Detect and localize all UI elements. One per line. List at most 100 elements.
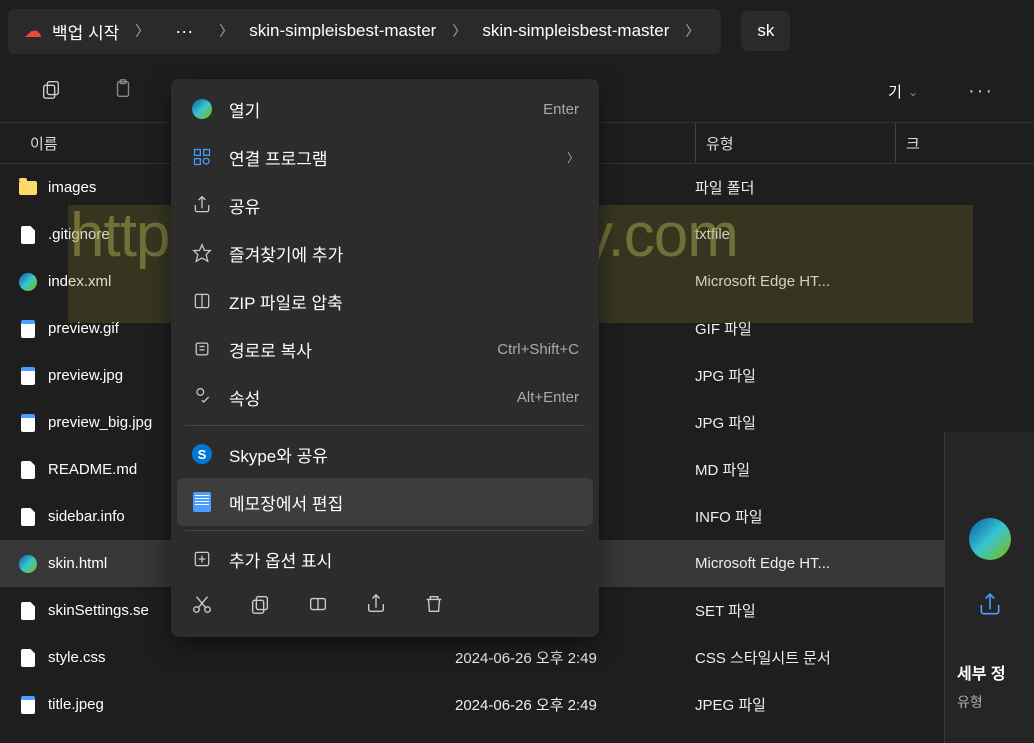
file-type: JPG 파일 — [695, 365, 895, 386]
breadcrumb-overflow-label: sk — [757, 21, 774, 41]
file-name: preview.jpg — [48, 367, 123, 384]
file-type: Microsoft Edge HT... — [695, 273, 895, 290]
menu-item-edge[interactable]: 열기 Enter — [177, 85, 593, 133]
file-name: images — [48, 179, 96, 196]
breadcrumb-overflow[interactable]: sk — [741, 11, 790, 51]
sort-label: 기 — [888, 81, 902, 102]
chevron-right-icon: 〉 — [213, 21, 239, 41]
file-blue-icon — [18, 695, 38, 715]
file-name: index.xml — [48, 273, 111, 290]
details-type: 유형 — [957, 692, 1022, 712]
file-type: MD 파일 — [695, 459, 895, 480]
share-icon[interactable] — [975, 590, 1005, 620]
props-icon — [191, 386, 213, 408]
context-menu: 열기 Enter 연결 프로그램 〉 공유 즐겨찾기에 추가 ZIP 파일로 압… — [171, 79, 599, 637]
share-icon — [191, 194, 213, 216]
file-icon — [18, 507, 38, 527]
menu-label: 공유 — [229, 193, 579, 218]
file-name-cell: title.jpeg — [0, 695, 455, 715]
file-name: README.md — [48, 461, 137, 478]
menu-shortcut: Alt+Enter — [517, 389, 579, 406]
zip-icon — [191, 290, 213, 312]
chevron-right-icon: 〉 — [679, 21, 705, 41]
file-name: skinSettings.se — [48, 602, 149, 619]
chevron-right-icon: 〉 — [129, 21, 155, 41]
file-name: sidebar.info — [48, 508, 125, 525]
menu-item-notepad[interactable]: 메모장에서 편집 — [177, 478, 593, 526]
paste-icon[interactable] — [112, 78, 134, 106]
menu-item-share[interactable]: 공유 — [177, 181, 593, 229]
menu-item-zip[interactable]: ZIP 파일로 압축 — [177, 277, 593, 325]
file-type: JPG 파일 — [695, 412, 895, 433]
apps-icon — [191, 146, 213, 168]
breadcrumb-ellipsis[interactable]: ··· — [165, 21, 203, 42]
menu-label: ZIP 파일로 압축 — [229, 289, 579, 314]
copy-icon[interactable] — [249, 593, 271, 621]
folder-icon — [18, 178, 38, 198]
file-row[interactable]: title.jpeg 2024-06-26 오후 2:49 JPEG 파일 — [0, 681, 1034, 728]
notepad-icon — [191, 491, 213, 513]
file-icon — [18, 225, 38, 245]
chevron-right-icon: 〉 — [567, 149, 579, 166]
file-type: txtfile — [695, 226, 895, 243]
menu-label: 열기 — [229, 97, 527, 122]
share-icon[interactable] — [365, 593, 387, 621]
sort-dropdown[interactable]: 기 ⌄ — [888, 81, 918, 102]
breadcrumb-segment-2[interactable]: skin-simpleisbest-master — [482, 21, 669, 41]
menu-shortcut: Enter — [543, 101, 579, 118]
file-name: skin.html — [48, 555, 107, 572]
menu-label: 메모장에서 편집 — [229, 490, 579, 515]
menu-item-props[interactable]: 속성 Alt+Enter — [177, 373, 593, 421]
menu-item-apps[interactable]: 연결 프로그램 〉 — [177, 133, 593, 181]
menu-label: 추가 옵션 표시 — [229, 547, 579, 572]
file-type: CSS 스타일시트 문서 — [695, 647, 895, 668]
cloud-upload-icon: ☁ — [24, 21, 42, 42]
file-type: 파일 폴더 — [695, 177, 895, 198]
menu-label: 즐겨찾기에 추가 — [229, 241, 579, 266]
menu-shortcut: Ctrl+Shift+C — [497, 341, 579, 358]
breadcrumb-segment-1[interactable]: skin-simpleisbest-master — [249, 21, 436, 41]
file-blue-icon — [18, 319, 38, 339]
more-options-button[interactable]: ··· — [968, 80, 994, 103]
chevron-down-icon: ⌄ — [908, 85, 918, 99]
column-type[interactable]: 유형 — [695, 123, 895, 163]
menu-item-skype[interactable]: S Skype와 공유 — [177, 430, 593, 478]
delete-icon[interactable] — [423, 593, 445, 621]
menu-label: Skype와 공유 — [229, 442, 579, 467]
menu-item-more[interactable]: 추가 옵션 표시 — [177, 535, 593, 583]
file-name: preview_big.jpg — [48, 414, 152, 431]
menu-item-star[interactable]: 즐겨찾기에 추가 — [177, 229, 593, 277]
menu-divider — [185, 530, 585, 531]
menu-label: 속성 — [229, 385, 501, 410]
file-name: style.css — [48, 649, 106, 666]
edge-icon — [969, 518, 1011, 560]
details-panel: 세부 정 유형 — [944, 432, 1034, 743]
file-icon — [18, 648, 38, 668]
menu-item-copy-path[interactable]: 경로로 복사 Ctrl+Shift+C — [177, 325, 593, 373]
file-type: SET 파일 — [695, 600, 895, 621]
more-icon — [191, 548, 213, 570]
copy-path-icon — [191, 338, 213, 360]
rename-icon[interactable] — [307, 593, 329, 621]
file-row[interactable]: style.css 2024-06-26 오후 2:49 CSS 스타일시트 문… — [0, 634, 1034, 681]
file-type: Microsoft Edge HT... — [695, 555, 895, 572]
edge-icon — [18, 272, 38, 292]
file-name: .gitignore — [48, 226, 110, 243]
cut-icon[interactable] — [191, 593, 213, 621]
copy-icon[interactable] — [40, 78, 62, 106]
column-size[interactable]: 크 — [895, 123, 1034, 163]
skype-icon: S — [191, 443, 213, 465]
file-icon — [18, 601, 38, 621]
file-name: title.jpeg — [48, 696, 104, 713]
menu-label: 연결 프로그램 — [229, 145, 551, 170]
file-blue-icon — [18, 413, 38, 433]
file-date: 2024-06-26 오후 2:49 — [455, 694, 695, 715]
file-name: preview.gif — [48, 320, 119, 337]
menu-label: 경로로 복사 — [229, 337, 481, 362]
file-date: 2024-06-26 오후 2:49 — [455, 647, 695, 668]
file-blue-icon — [18, 366, 38, 386]
breadcrumb-start[interactable]: ☁ 백업 시작 〉 ··· 〉 skin-simpleisbest-master… — [8, 9, 721, 54]
file-icon — [18, 460, 38, 480]
file-type: INFO 파일 — [695, 506, 895, 527]
breadcrumb-start-label: 백업 시작 — [52, 19, 119, 44]
